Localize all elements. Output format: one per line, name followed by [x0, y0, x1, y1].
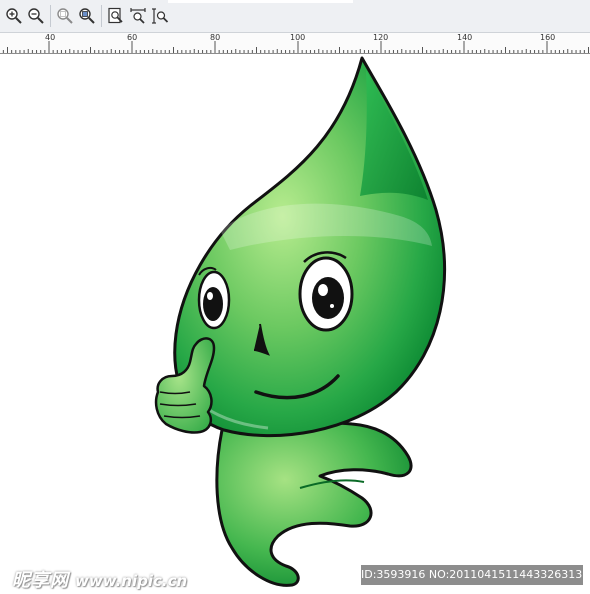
zoom-page-button[interactable]: [105, 5, 127, 27]
ruler-label-160: 160: [540, 33, 556, 42]
zoom-out-button[interactable]: [25, 5, 47, 27]
site-watermark: 昵享网 www.nipic.cn: [12, 566, 187, 592]
watermark-id-label: ID:3593916 NO:20110415114433263138: [361, 565, 589, 585]
zoom-button-group: [3, 5, 171, 27]
zoom-width-button[interactable]: [127, 5, 149, 27]
zoom-all-objects-button[interactable]: [76, 5, 98, 27]
toolbar-separator: [50, 5, 51, 27]
ruler-label-60: 60: [127, 33, 138, 42]
zoom-to-selection-icon: [57, 8, 73, 24]
zoom-toolbar: [0, 0, 590, 33]
ruler-label-140: 140: [457, 33, 473, 42]
zoom-to-selection-button[interactable]: [54, 5, 76, 27]
zoom-out-icon: [28, 8, 44, 24]
zoom-width-icon: [130, 8, 146, 24]
drawing-canvas[interactable]: [0, 54, 590, 594]
water-drop-mascot-illustration[interactable]: [0, 54, 590, 594]
ruler-label-80: 80: [210, 33, 221, 42]
zoom-height-button[interactable]: [149, 5, 171, 27]
mascot-head: [173, 56, 446, 438]
zoom-page-icon: [108, 7, 123, 24]
mascot-body: [215, 421, 413, 587]
watermark-site-name: 昵享网: [12, 570, 69, 591]
zoom-height-icon: [152, 8, 169, 24]
toolbar-separator: [101, 5, 102, 27]
watermark-site-url: www.nipic.cn: [75, 572, 188, 590]
zoom-in-button[interactable]: [3, 5, 25, 27]
ruler-label-120: 120: [373, 33, 389, 42]
horizontal-ruler[interactable]: 40 60 80 100 120 140 160: [0, 33, 590, 54]
ruler-label-100: 100: [290, 33, 306, 42]
zoom-in-icon: [6, 8, 22, 24]
toolbar-strip: [168, 0, 353, 3]
ruler-label-40: 40: [45, 33, 56, 42]
zoom-all-objects-icon: [79, 8, 95, 24]
